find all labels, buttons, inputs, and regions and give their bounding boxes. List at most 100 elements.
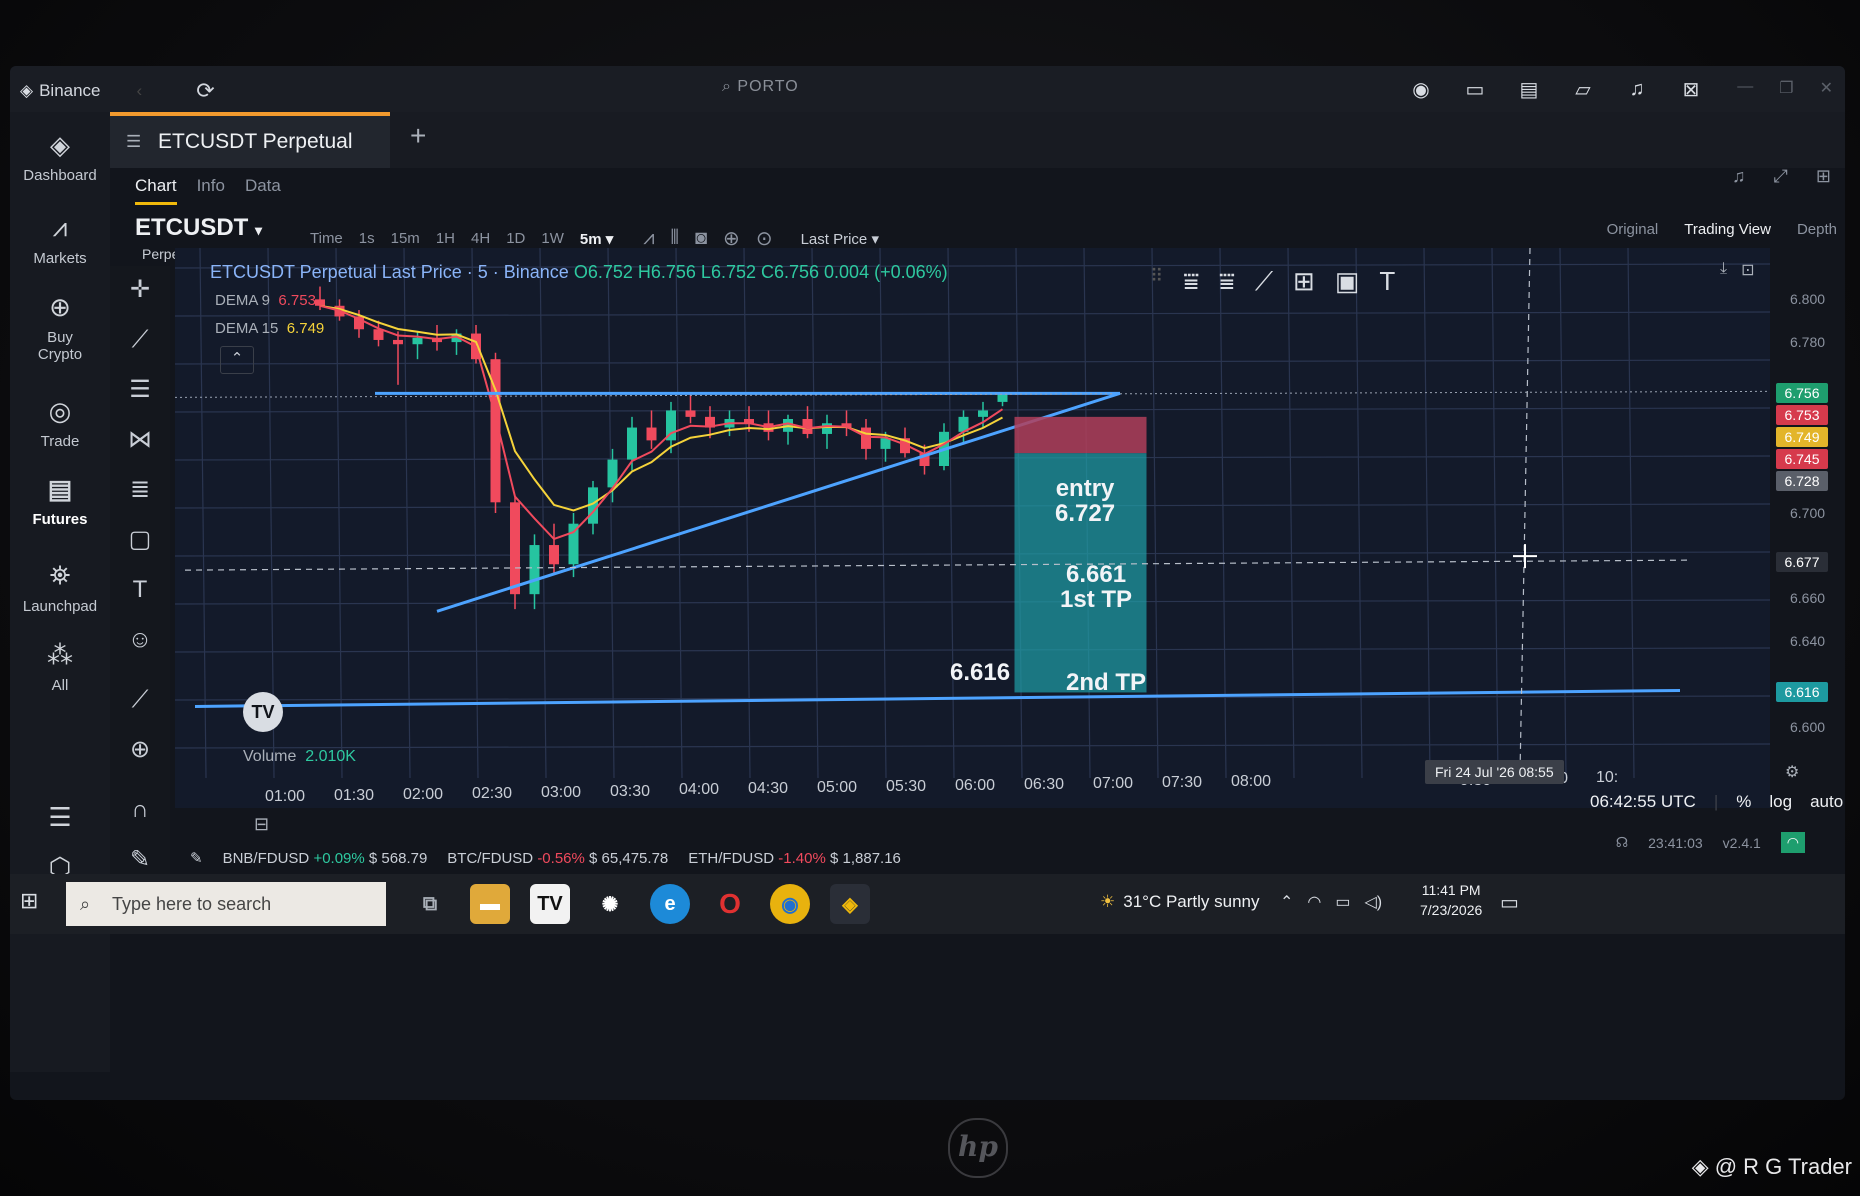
- nav-futures[interactable]: ▤ Futures: [10, 474, 110, 528]
- price-chart[interactable]: [175, 248, 1770, 808]
- view-original[interactable]: Original: [1607, 221, 1659, 238]
- interval-1d[interactable]: 1D: [506, 230, 525, 247]
- collapse-legend-button[interactable]: ⌃: [220, 346, 254, 374]
- orders-icon[interactable]: ▤: [1515, 76, 1543, 102]
- windows-start-icon[interactable]: ⊞: [20, 888, 48, 916]
- magnet-icon[interactable]: ∩: [124, 794, 156, 826]
- nav-all[interactable]: ⁂ All: [10, 640, 110, 694]
- profile-icon[interactable]: ◉: [1407, 76, 1435, 102]
- task-view-icon[interactable]: ⧉: [410, 884, 450, 924]
- add-tab-icon[interactable]: +: [410, 120, 426, 152]
- global-search[interactable]: ⌕ PORTO: [722, 78, 799, 96]
- weather-widget[interactable]: ☀ 31°C Partly sunny: [1100, 892, 1260, 912]
- notification-icon[interactable]: ▭: [1500, 890, 1519, 915]
- interval-1w[interactable]: 1W: [541, 230, 564, 247]
- drag-handle-icon[interactable]: ⠿: [1150, 266, 1163, 298]
- zoom-icon[interactable]: ⊕: [124, 734, 156, 766]
- back-icon[interactable]: ‹: [137, 81, 143, 101]
- ticker-eth[interactable]: ETH/FDUSD -1.40% $ 1,887.16: [688, 850, 901, 867]
- nav-buy-crypto[interactable]: ⊕ Buy Crypto: [10, 292, 110, 363]
- edit-icon[interactable]: ✎: [190, 849, 203, 867]
- alert-icon[interactable]: ♫: [1732, 166, 1746, 187]
- text-icon[interactable]: T: [1379, 266, 1395, 298]
- minimize-icon[interactable]: —: [1737, 78, 1753, 98]
- taskbar-search[interactable]: ⌕ Type here to search: [66, 882, 386, 926]
- collapse-nav-icon[interactable]: ☰: [10, 802, 110, 839]
- camera-icon[interactable]: ◙: [695, 227, 707, 250]
- scan-icon[interactable]: ⊠: [1677, 76, 1705, 102]
- indicators-icon[interactable]: ⩘: [643, 227, 654, 250]
- chatgpt-icon[interactable]: ✺: [590, 884, 630, 924]
- interval-time[interactable]: Time: [310, 230, 343, 247]
- fit-icon[interactable]: ⊡: [1741, 260, 1754, 280]
- tradingview-app-icon[interactable]: TV: [530, 884, 570, 924]
- ticker-btc[interactable]: BTC/FDUSD -0.56% $ 65,475.78: [447, 850, 668, 867]
- nav-trade[interactable]: ◎ Trade: [10, 396, 110, 450]
- short-position-icon[interactable]: ⩸: [1219, 266, 1235, 298]
- nav-dashboard[interactable]: ◈ Dashboard: [10, 130, 110, 184]
- text-tool-icon[interactable]: T: [124, 574, 156, 606]
- scale-auto[interactable]: auto: [1810, 792, 1843, 812]
- layout-icon[interactable]: ⊞: [1816, 166, 1831, 187]
- rectangle-icon[interactable]: ▢: [124, 524, 156, 556]
- maximize-icon[interactable]: ❐: [1779, 78, 1793, 98]
- scale-log[interactable]: log: [1769, 792, 1792, 812]
- close-icon[interactable]: ✕: [1820, 78, 1833, 98]
- tab-info[interactable]: Info: [197, 176, 225, 205]
- pattern-icon[interactable]: ⋈: [124, 424, 156, 456]
- chrome-icon[interactable]: ◉: [770, 884, 810, 924]
- binance-app-icon[interactable]: ◈: [830, 884, 870, 924]
- tradingview-logo[interactable]: TV: [243, 692, 283, 732]
- indicator-dema9[interactable]: DEMA 9 6.753: [215, 292, 316, 309]
- ruler-icon[interactable]: ⟋: [124, 684, 156, 716]
- tab-chart[interactable]: Chart: [135, 176, 177, 205]
- bell-icon[interactable]: ♫: [1623, 76, 1651, 102]
- trendline-icon[interactable]: ⟋: [124, 324, 156, 356]
- refresh-icon[interactable]: ⟳: [196, 78, 214, 104]
- opera-icon[interactable]: O: [710, 884, 750, 924]
- tp2-label: 2nd TP: [1066, 669, 1147, 696]
- taskbar-clock[interactable]: 11:41 PM 7/23/2026: [1420, 880, 1482, 920]
- indicator-dema15[interactable]: DEMA 15 6.749: [215, 320, 324, 337]
- download-icon[interactable]: ⤓: [1720, 260, 1727, 280]
- scale-percent[interactable]: %: [1736, 792, 1751, 812]
- fib-icon[interactable]: ≣: [124, 474, 156, 506]
- interval-1h[interactable]: 1H: [436, 230, 455, 247]
- interval-4h[interactable]: 4H: [471, 230, 490, 247]
- tab-etcusdt[interactable]: ☰ ETCUSDT Perpetual: [110, 112, 390, 168]
- file-explorer-icon[interactable]: ▬: [470, 884, 510, 924]
- chat-icon[interactable]: ▱: [1569, 76, 1597, 102]
- nav-launchpad[interactable]: ⛯ Launchpad: [10, 560, 110, 615]
- expand-icon[interactable]: ⤢: [1774, 166, 1788, 187]
- date-range-icon[interactable]: ⊟: [254, 814, 269, 835]
- frame-icon[interactable]: ▣: [1335, 266, 1360, 298]
- line-icon[interactable]: ⟋: [1255, 266, 1273, 298]
- chevron-up-icon[interactable]: ⌃: [1280, 892, 1293, 912]
- symbol-selector[interactable]: ETCUSDT ▾: [135, 214, 262, 242]
- interval-5m[interactable]: 5m ▾: [580, 230, 613, 248]
- wifi-icon[interactable]: ◠: [1307, 892, 1321, 912]
- weather-icon: ☀: [1100, 892, 1116, 911]
- view-depth[interactable]: Depth: [1797, 221, 1837, 238]
- crosshair-icon[interactable]: ✛: [124, 274, 156, 306]
- view-tradingview[interactable]: Trading View: [1684, 221, 1771, 238]
- cross-grid-icon[interactable]: ⊞: [1293, 266, 1315, 298]
- long-position-icon[interactable]: ⩸: [1183, 266, 1199, 298]
- chart-type-icon[interactable]: ⫴: [671, 227, 679, 250]
- interval-15m[interactable]: 15m: [391, 230, 420, 247]
- interval-1s[interactable]: 1s: [359, 230, 375, 247]
- ticker-bnb[interactable]: BNB/FDUSD +0.09% $ 568.79: [223, 850, 428, 867]
- axis-settings-icon[interactable]: ⚙: [1785, 762, 1799, 782]
- volume-indicator[interactable]: Volume 2.010K: [243, 748, 356, 766]
- wallet-icon[interactable]: ▭: [1461, 76, 1489, 102]
- support-icon[interactable]: ☊: [1616, 834, 1628, 851]
- nav-markets[interactable]: ⩘ Markets: [10, 212, 110, 267]
- edge-icon[interactable]: e: [650, 884, 690, 924]
- volume-icon[interactable]: ◁): [1365, 892, 1383, 912]
- emoji-icon[interactable]: ☺: [124, 624, 156, 656]
- battery-icon[interactable]: ▭: [1335, 892, 1350, 912]
- price-axis[interactable]: 6.800 6.780 6.700 6.660 6.640 6.600 6.756 6.753…: [1772, 276, 1842, 796]
- hlines-icon[interactable]: ☰: [124, 374, 156, 406]
- tab-data[interactable]: Data: [245, 176, 281, 205]
- price-source-select[interactable]: Last Price ▾: [801, 230, 879, 248]
